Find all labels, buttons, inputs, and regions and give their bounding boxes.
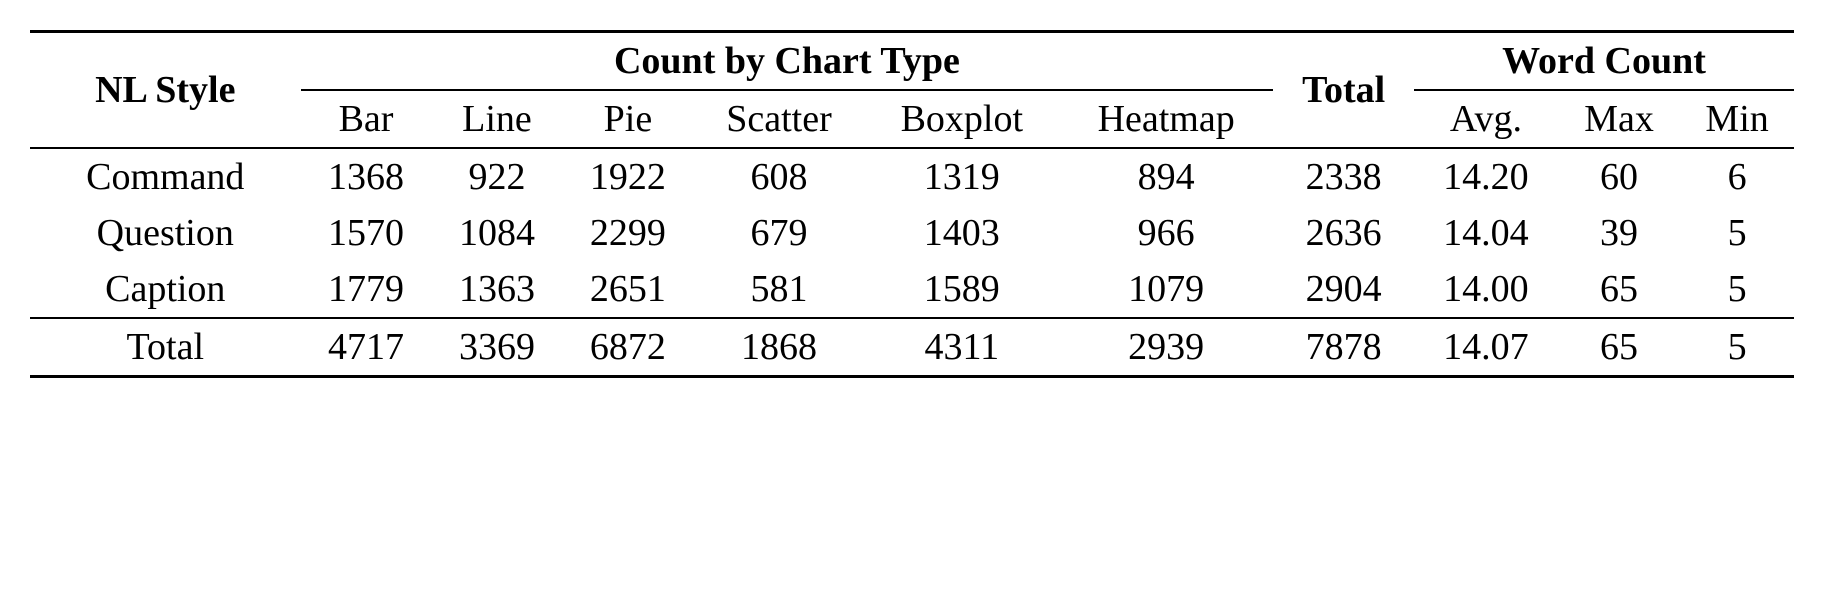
cell-scatter: 679 [693,205,864,261]
row-label: Command [30,148,301,205]
cell-heatmap: 966 [1059,205,1273,261]
col-header-bar: Bar [301,90,432,148]
cell-heatmap: 2939 [1059,318,1273,377]
cell-max: 60 [1558,148,1680,205]
group-header-count: Count by Chart Type [301,32,1274,91]
col-header-line: Line [432,90,563,148]
col-header-scatter: Scatter [693,90,864,148]
header-row-1: NL Style Count by Chart Type Total Word … [30,32,1794,91]
cell-avg: 14.07 [1414,318,1558,377]
col-header-pie: Pie [562,90,693,148]
cell-min: 5 [1680,318,1794,377]
cell-min: 6 [1680,148,1794,205]
cell-pie: 2299 [562,205,693,261]
cell-total: 2338 [1273,148,1414,205]
cell-bar: 1779 [301,261,432,318]
table-row: Caption 1779 1363 2651 581 1589 1079 290… [30,261,1794,318]
cell-heatmap: 894 [1059,148,1273,205]
cell-line: 922 [432,148,563,205]
cell-scatter: 608 [693,148,864,205]
row-label-total: Total [30,318,301,377]
cell-max: 39 [1558,205,1680,261]
col-header-heatmap: Heatmap [1059,90,1273,148]
cell-heatmap: 1079 [1059,261,1273,318]
col-header-min: Min [1680,90,1794,148]
cell-boxplot: 1403 [865,205,1059,261]
cell-total: 2636 [1273,205,1414,261]
cell-scatter: 581 [693,261,864,318]
cell-pie: 1922 [562,148,693,205]
col-header-boxplot: Boxplot [865,90,1059,148]
cell-min: 5 [1680,261,1794,318]
cell-max: 65 [1558,261,1680,318]
cell-pie: 6872 [562,318,693,377]
cell-boxplot: 4311 [865,318,1059,377]
table-row: Question 1570 1084 2299 679 1403 966 263… [30,205,1794,261]
cell-avg: 14.04 [1414,205,1558,261]
cell-bar: 4717 [301,318,432,377]
cell-max: 65 [1558,318,1680,377]
cell-boxplot: 1589 [865,261,1059,318]
cell-total: 2904 [1273,261,1414,318]
cell-pie: 2651 [562,261,693,318]
cell-avg: 14.00 [1414,261,1558,318]
group-header-wordcount: Word Count [1414,32,1794,91]
cell-avg: 14.20 [1414,148,1558,205]
total-row: Total 4717 3369 6872 1868 4311 2939 7878… [30,318,1794,377]
col-header-max: Max [1558,90,1680,148]
cell-line: 3369 [432,318,563,377]
stats-table: NL Style Count by Chart Type Total Word … [30,30,1794,378]
cell-bar: 1368 [301,148,432,205]
row-label: Caption [30,261,301,318]
row-label: Question [30,205,301,261]
col-header-total: Total [1273,32,1414,149]
table-row: Command 1368 922 1922 608 1319 894 2338 … [30,148,1794,205]
cell-line: 1363 [432,261,563,318]
col-header-nl-style: NL Style [30,32,301,149]
cell-total: 7878 [1273,318,1414,377]
cell-line: 1084 [432,205,563,261]
cell-bar: 1570 [301,205,432,261]
cell-boxplot: 1319 [865,148,1059,205]
col-header-avg: Avg. [1414,90,1558,148]
cell-min: 5 [1680,205,1794,261]
cell-scatter: 1868 [693,318,864,377]
